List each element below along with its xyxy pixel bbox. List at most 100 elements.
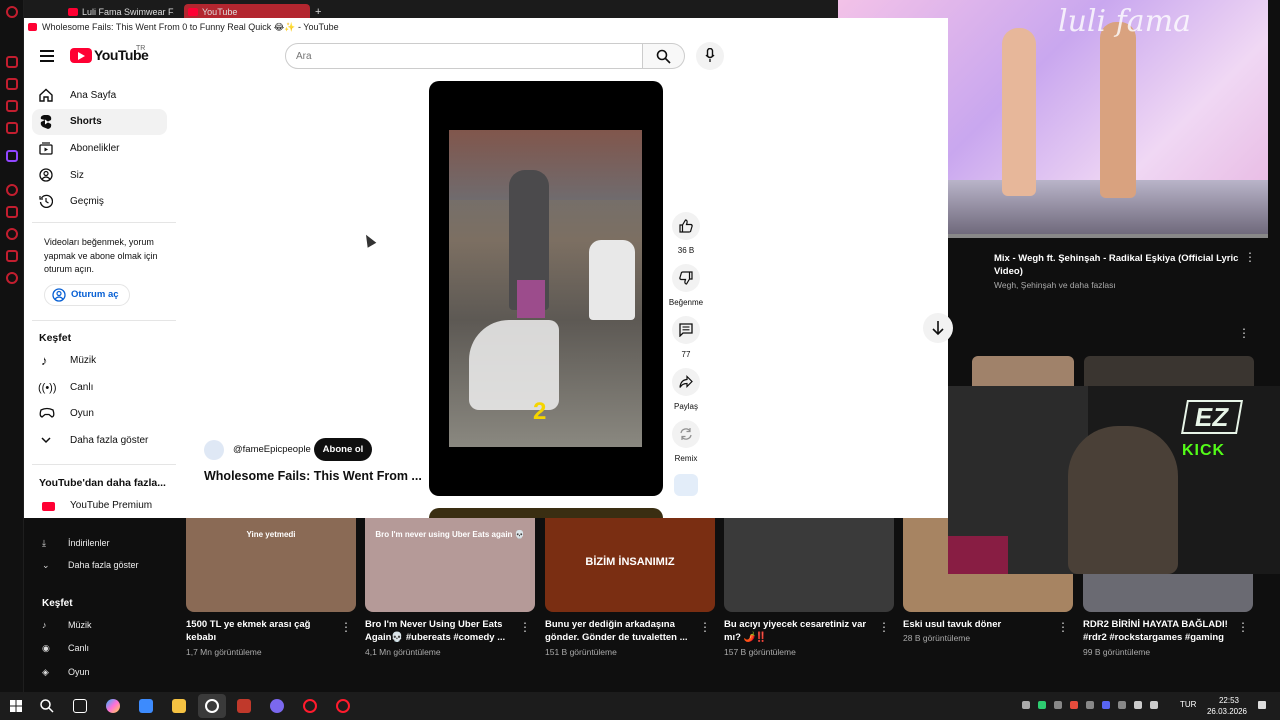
sidebar-item-live[interactable]: ((•)) Canlı bbox=[32, 375, 167, 401]
next-video-button[interactable] bbox=[923, 313, 953, 343]
sidebar-item-gaming[interactable]: Oyun bbox=[32, 401, 167, 427]
more-options-icon[interactable]: ⋮ bbox=[1244, 250, 1256, 264]
opera-gx-icon[interactable] bbox=[303, 699, 317, 713]
sidebar-app-icon[interactable] bbox=[6, 100, 18, 112]
sidebar-item-premium[interactable]: YouTube Premium bbox=[32, 493, 167, 519]
voice-search-button[interactable] bbox=[696, 42, 724, 70]
notifications-icon[interactable] bbox=[1258, 701, 1266, 709]
sidebar-app-icon[interactable] bbox=[6, 78, 18, 90]
search-box[interactable] bbox=[285, 43, 643, 69]
short-card-thumbnail[interactable]: Yine yetmedi bbox=[186, 518, 356, 612]
channel-name[interactable]: @fameEpicpeople bbox=[233, 444, 311, 455]
shorts-player[interactable]: 2 bbox=[429, 81, 663, 496]
sidebar-item-home[interactable]: Ana Sayfa bbox=[32, 83, 167, 109]
subscribe-button[interactable]: Abone ol bbox=[314, 438, 372, 461]
sidebar-item-show-more[interactable]: Daha fazla göster bbox=[32, 428, 167, 454]
divider bbox=[32, 222, 176, 223]
short-card-title[interactable]: Eski usul tavuk döner bbox=[903, 618, 1053, 631]
mail-icon[interactable] bbox=[139, 699, 153, 713]
divider bbox=[32, 464, 176, 465]
tab-label: Luli Fama Swimwear Fash bbox=[82, 7, 174, 17]
bg-sidebar-downloads[interactable]: ⤓ İndirilenler bbox=[42, 538, 110, 549]
search-icon[interactable] bbox=[40, 699, 54, 713]
short-card-title[interactable]: 1500 TL ye ekmek arası çağ kebabı bbox=[186, 618, 336, 644]
mix-title[interactable]: Mix - Wegh ft. Şehinşah - Radikal Eşkiya… bbox=[994, 252, 1244, 278]
more-options-icon[interactable]: ⋮ bbox=[699, 620, 711, 634]
bg-sidebar-more[interactable]: ⌄ Daha fazla göster bbox=[42, 560, 139, 571]
sidebar-item-you[interactable]: Siz bbox=[32, 163, 167, 189]
download-icon: ⤓ bbox=[42, 538, 46, 548]
suggested-thumbnail[interactable] bbox=[972, 356, 1074, 388]
video-frame: 2 bbox=[449, 130, 642, 447]
sidebar-app-icon[interactable] bbox=[6, 228, 18, 240]
suggested-thumbnail[interactable] bbox=[1084, 356, 1254, 388]
more-options-icon[interactable]: ⋮ bbox=[1237, 620, 1249, 634]
short-title[interactable]: Wholesome Fails: This Went From ... bbox=[204, 469, 422, 483]
more-options-icon[interactable]: ⋮ bbox=[340, 620, 352, 634]
copilot-icon[interactable] bbox=[106, 699, 120, 713]
short-card-title[interactable]: Bro I'm Never Using Uber Eats Again💀 #ub… bbox=[365, 618, 515, 644]
tray-icon[interactable] bbox=[1022, 701, 1030, 709]
obs-icon[interactable] bbox=[205, 699, 219, 713]
search-button[interactable] bbox=[643, 43, 685, 69]
bg-sidebar-gaming[interactable]: ◈ Oyun bbox=[42, 667, 90, 678]
sidebar-app-icon[interactable] bbox=[6, 250, 18, 262]
voice-app-icon[interactable] bbox=[237, 699, 251, 713]
comments-button[interactable] bbox=[672, 316, 700, 344]
menu-icon[interactable] bbox=[40, 50, 54, 62]
sidebar-item-shorts[interactable]: Shorts bbox=[32, 109, 167, 135]
microphone-icon[interactable] bbox=[1134, 701, 1142, 709]
next-short-preview[interactable] bbox=[429, 508, 663, 518]
short-card-thumbnail[interactable]: Bro I'm never using Uber Eats again 💀 bbox=[365, 518, 535, 612]
tray-icon[interactable] bbox=[1102, 701, 1110, 709]
discord-icon[interactable] bbox=[270, 699, 284, 713]
task-view-icon[interactable] bbox=[73, 699, 87, 713]
twitch-icon[interactable] bbox=[6, 150, 18, 162]
settings-icon[interactable] bbox=[6, 272, 18, 284]
tray-icon[interactable] bbox=[1118, 701, 1126, 709]
sidebar-app-icon[interactable] bbox=[6, 206, 18, 218]
like-button[interactable] bbox=[672, 212, 700, 240]
thumbnail-overlay-text: BİZİM İNSANIMIZ bbox=[585, 556, 675, 568]
dislike-button[interactable] bbox=[672, 264, 700, 292]
signin-button[interactable]: Oturum aç bbox=[44, 284, 130, 306]
more-options-icon[interactable]: ⋮ bbox=[1238, 326, 1250, 340]
sidebar-app-icon[interactable] bbox=[6, 122, 18, 134]
sidebar-app-icon[interactable] bbox=[6, 56, 18, 68]
short-card-title[interactable]: Bu acıyı yiyecek cesaretiniz var mı? 🌶️‼… bbox=[724, 618, 874, 644]
sidebar-item-subscriptions[interactable]: Abonelikler bbox=[32, 136, 167, 162]
search-input[interactable] bbox=[296, 49, 626, 63]
tray-icon[interactable] bbox=[1086, 701, 1094, 709]
remix-button[interactable] bbox=[672, 420, 700, 448]
more-options-icon[interactable]: ⋮ bbox=[1057, 620, 1069, 634]
short-card-thumbnail[interactable] bbox=[724, 518, 894, 612]
sidebar-app-icon[interactable] bbox=[6, 184, 18, 196]
more-options-icon[interactable]: ⋮ bbox=[878, 620, 890, 634]
more-options-icon[interactable]: ⋮ bbox=[519, 620, 531, 634]
windows-start-icon[interactable] bbox=[10, 700, 22, 712]
opera-logo-icon[interactable] bbox=[6, 6, 18, 18]
tray-icon[interactable] bbox=[1070, 701, 1078, 709]
tray-icon[interactable] bbox=[1038, 701, 1046, 709]
opera-icon[interactable] bbox=[336, 699, 350, 713]
short-card-title[interactable]: Bunu yer dediğin arkadaşına gönder. Gönd… bbox=[545, 618, 695, 644]
sound-avatar[interactable] bbox=[674, 474, 698, 496]
clock-date[interactable]: 26.03.2026 bbox=[1200, 707, 1254, 716]
youtube-logo-icon[interactable] bbox=[70, 48, 92, 63]
sidebar-item-music[interactable]: ♪ Müzik bbox=[32, 348, 167, 374]
scrollbar[interactable] bbox=[1268, 0, 1280, 238]
bg-sidebar-live[interactable]: ◉ Canlı bbox=[42, 643, 89, 654]
tray-icon[interactable] bbox=[1054, 701, 1062, 709]
short-card-thumbnail[interactable]: BİZİM İNSANIMIZ bbox=[545, 518, 715, 612]
sidebar-item-history[interactable]: Geçmiş bbox=[32, 189, 167, 215]
channel-avatar[interactable] bbox=[204, 440, 224, 460]
volume-icon[interactable] bbox=[1150, 701, 1158, 709]
thumbs-up-icon bbox=[679, 219, 693, 233]
file-explorer-icon[interactable] bbox=[172, 699, 186, 713]
clock-time[interactable]: 22:53 bbox=[1208, 696, 1250, 705]
shorts-icon bbox=[40, 115, 52, 129]
share-button[interactable] bbox=[672, 368, 700, 396]
short-card-title[interactable]: RDR2 BİRİNİ HAYATA BAĞLADI! #rdr2 #rocks… bbox=[1083, 618, 1233, 644]
bg-sidebar-music[interactable]: ♪ Müzik bbox=[42, 620, 92, 630]
input-language[interactable]: TUR bbox=[1180, 700, 1196, 709]
